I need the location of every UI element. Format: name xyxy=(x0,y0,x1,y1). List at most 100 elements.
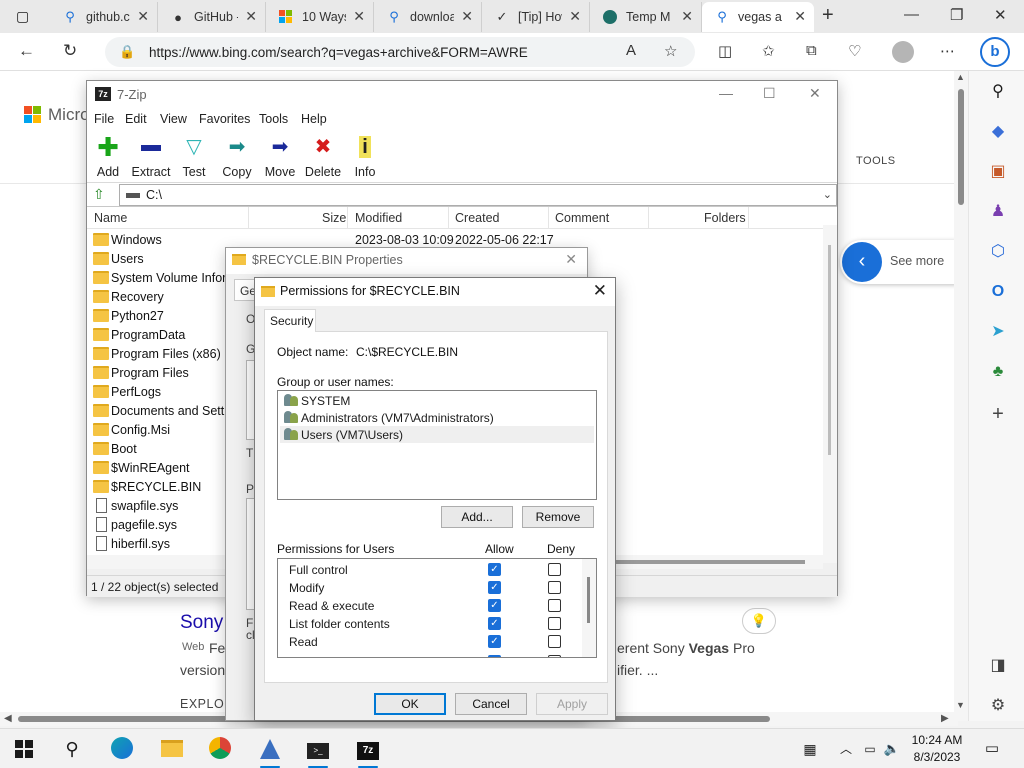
minimize-icon[interactable]: — xyxy=(719,85,733,101)
user-list[interactable]: SYSTEM Administrators (VM7\Administrator… xyxy=(277,390,597,500)
copy-button[interactable]: ➡ Copy xyxy=(214,135,260,179)
chrome-icon[interactable] xyxy=(208,737,232,761)
split-screen-icon[interactable]: ◫ xyxy=(718,42,732,60)
terminal-icon[interactable]: >_ xyxy=(306,737,330,768)
close-icon[interactable]: ✕ xyxy=(794,8,806,25)
news-widget-icon[interactable]: ▦ xyxy=(798,737,822,761)
deny-checkbox[interactable] xyxy=(548,617,561,630)
profile-avatar[interactable] xyxy=(892,41,914,63)
allow-checkbox[interactable]: ✓ xyxy=(488,635,501,648)
favorite-star-icon[interactable]: ☆ xyxy=(664,42,677,60)
add-user-button[interactable]: Add... xyxy=(441,506,513,528)
close-icon[interactable]: ✕ xyxy=(461,8,473,25)
close-icon[interactable]: ✕ xyxy=(137,8,149,25)
result-title-link[interactable]: Sony xyxy=(180,612,223,634)
allow-checkbox[interactable] xyxy=(488,655,501,657)
ok-button[interactable]: OK xyxy=(374,693,446,715)
drop-icon[interactable]: ➤ xyxy=(987,321,1009,343)
user-row-users[interactable]: Users (VM7\Users) xyxy=(280,426,594,443)
column-separator[interactable] xyxy=(248,207,249,229)
path-combobox[interactable]: C:\ ⌄ xyxy=(119,184,837,206)
column-separator[interactable] xyxy=(347,207,348,229)
volume-icon[interactable]: 🔈 xyxy=(880,737,904,761)
move-button[interactable]: ➡ Move xyxy=(257,135,303,179)
notifications-icon[interactable]: ▭ xyxy=(980,737,1004,761)
lightbulb-icon[interactable]: 💡 xyxy=(742,608,776,634)
tab-github-search[interactable]: ⚲ github.com ✕ xyxy=(50,2,158,32)
page-vertical-scrollbar[interactable] xyxy=(954,71,968,721)
menu-file[interactable]: File xyxy=(94,112,114,126)
permissions-titlebar[interactable]: Permissions for $RECYCLE.BIN ✕ xyxy=(255,278,615,306)
menu-tools[interactable]: Tools xyxy=(259,112,288,126)
allow-checkbox[interactable]: ✓ xyxy=(488,563,501,576)
microsoft-365-icon[interactable]: ⬡ xyxy=(987,241,1009,263)
column-name[interactable]: Name xyxy=(94,211,127,225)
close-icon[interactable]: ✕ xyxy=(569,8,581,25)
restore-icon[interactable]: ❐ xyxy=(950,6,963,24)
column-comment[interactable]: Comment xyxy=(555,211,609,225)
tab-security[interactable]: Security xyxy=(264,309,316,332)
column-size[interactable]: Size xyxy=(322,211,346,225)
scrollbar-thumb[interactable] xyxy=(958,89,964,205)
extract-button[interactable]: Extract xyxy=(128,135,174,179)
microsoft-logo[interactable]: Micro xyxy=(24,105,90,125)
back-icon[interactable]: ← xyxy=(18,41,35,61)
more-options-icon[interactable]: ⋯ xyxy=(940,42,955,60)
user-row-system[interactable]: SYSTEM xyxy=(280,392,594,409)
test-button[interactable]: ▽ Test xyxy=(171,135,217,179)
menu-help[interactable]: Help xyxy=(301,112,327,126)
favorites-icon[interactable]: ✩ xyxy=(762,42,775,60)
scroll-down-icon[interactable]: ▼ xyxy=(956,700,965,710)
scroll-left-icon[interactable]: ◀ xyxy=(4,713,12,724)
deny-checkbox[interactable] xyxy=(548,635,561,648)
refresh-icon[interactable]: ↻ xyxy=(63,41,77,61)
start-icon[interactable] xyxy=(12,737,36,761)
deny-checkbox[interactable] xyxy=(548,655,561,657)
deny-checkbox[interactable] xyxy=(548,599,561,612)
search-icon[interactable]: ⚲ xyxy=(60,737,84,761)
read-aloud-icon[interactable]: A xyxy=(626,42,636,59)
scroll-up-icon[interactable]: ▲ xyxy=(956,72,965,82)
permissions-scrollbar[interactable] xyxy=(582,559,596,657)
remove-user-button[interactable]: Remove xyxy=(522,506,594,528)
column-modified[interactable]: Modified xyxy=(355,211,402,225)
games-icon[interactable]: ♟ xyxy=(987,201,1009,223)
shopping-tag-icon[interactable]: ◆ xyxy=(987,121,1009,143)
app-icon[interactable] xyxy=(258,737,282,768)
network-icon[interactable]: ▭ xyxy=(858,737,882,761)
scroll-right-icon[interactable]: ▶ xyxy=(941,713,949,724)
bing-copilot-icon[interactable]: b xyxy=(980,37,1010,67)
column-created[interactable]: Created xyxy=(455,211,499,225)
minimize-icon[interactable]: — xyxy=(904,6,919,23)
close-icon[interactable]: ✕ xyxy=(681,8,693,25)
tab-temp-mail[interactable]: Temp Mail ✕ xyxy=(590,2,702,32)
path-value[interactable]: C:\ xyxy=(146,188,162,202)
close-icon[interactable]: ✕ xyxy=(565,251,577,268)
sevenzip-icon[interactable]: 7z xyxy=(356,737,380,768)
tools-tab[interactable]: TOOLS xyxy=(856,155,896,167)
close-icon[interactable]: ✕ xyxy=(593,281,607,301)
column-separator[interactable] xyxy=(548,207,549,229)
url-text[interactable]: https://www.bing.com/search?q=vegas+arch… xyxy=(149,45,528,60)
collections-icon[interactable]: ⧉ xyxy=(806,42,817,59)
user-row-administrators[interactable]: Administrators (VM7\Administrators) xyxy=(280,409,594,426)
show-hidden-icons-icon[interactable]: ︿ xyxy=(834,737,858,761)
deny-checkbox[interactable] xyxy=(548,581,561,594)
see-more-button[interactable]: ‹ See more xyxy=(840,240,958,284)
add-sidebar-app-icon[interactable]: + xyxy=(987,403,1009,425)
properties-titlebar[interactable]: $RECYCLE.BIN Properties ✕ xyxy=(226,248,587,274)
sidebar-layout-icon[interactable]: ◨ xyxy=(987,655,1009,677)
address-bar[interactable]: 🔒 https://www.bing.com/search?q=vegas+ar… xyxy=(105,37,695,67)
info-button[interactable]: i Info xyxy=(342,135,388,179)
close-window-icon[interactable]: ✕ xyxy=(994,6,1007,24)
system-clock[interactable]: 10:24 AM 8/3/2023 xyxy=(906,732,968,766)
close-icon[interactable]: ✕ xyxy=(809,85,821,102)
tab-10-ways[interactable]: 10 Ways ✕ xyxy=(266,2,374,32)
outlook-icon[interactable]: O xyxy=(987,281,1009,303)
scrollbar-thumb[interactable] xyxy=(828,245,831,455)
column-folders[interactable]: Folders xyxy=(704,211,746,225)
settings-gear-icon[interactable]: ⚙ xyxy=(987,695,1009,717)
search-icon[interactable]: ⚲ xyxy=(987,81,1009,103)
menu-view[interactable]: View xyxy=(160,112,187,126)
tab-actions-icon[interactable]: ▢ xyxy=(16,8,29,25)
